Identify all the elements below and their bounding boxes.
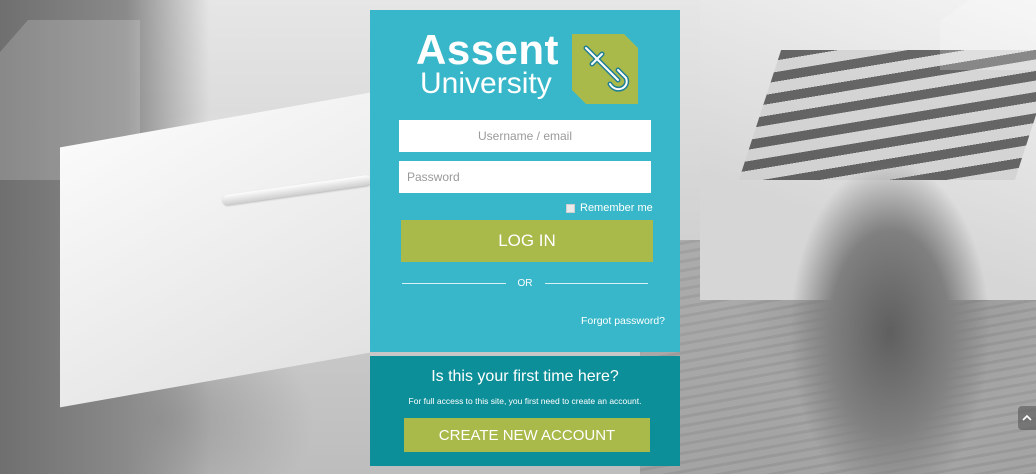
create-account-button[interactable]: CREATE NEW ACCOUNT — [404, 418, 650, 452]
signup-description: For full access to this site, you first … — [408, 396, 642, 406]
remember-me[interactable]: Remember me — [566, 201, 656, 215]
logo-word-university: University — [420, 67, 552, 100]
or-divider: OR — [402, 276, 648, 290]
divider-line — [402, 282, 506, 284]
username-input[interactable] — [399, 120, 651, 152]
remember-me-checkbox[interactable] — [566, 203, 575, 213]
login-card: Assent University Remember me — [370, 10, 680, 466]
forgot-password-link[interactable]: Forgot password? — [575, 315, 665, 327]
password-input[interactable] — [399, 161, 651, 193]
assent-university-logo: Assent University — [416, 28, 646, 108]
assent-a-icon — [572, 34, 638, 104]
chevron-up-icon — [1022, 414, 1032, 421]
background-overlay-shape — [940, 0, 1036, 70]
signup-heading: Is this your first time here? — [431, 368, 619, 385]
scroll-to-top-button[interactable] — [1018, 406, 1036, 430]
login-button[interactable]: LOG IN — [401, 220, 653, 262]
background-paper — [60, 92, 370, 408]
divider-line — [544, 282, 648, 284]
remember-me-label: Remember me — [580, 202, 653, 214]
logo-word-assent: Assent — [416, 26, 560, 73]
background-hand — [790, 120, 990, 474]
login-panel: Assent University Remember me — [370, 10, 680, 352]
or-label: OR — [517, 277, 533, 289]
